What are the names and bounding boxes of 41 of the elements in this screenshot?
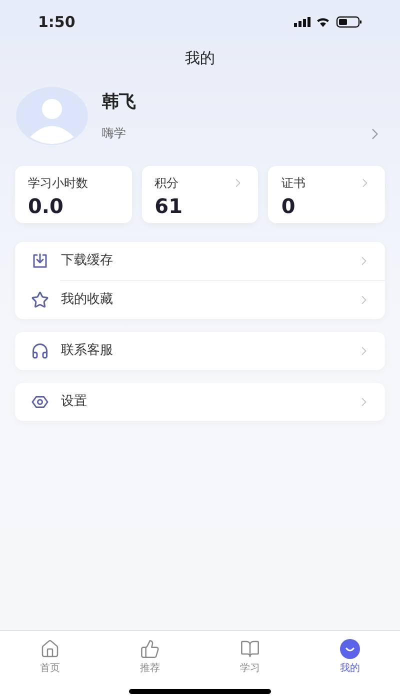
battery-icon	[336, 16, 362, 28]
menu-item[interactable]: 下载缓存	[15, 242, 385, 280]
settings-icon	[31, 393, 49, 411]
stat-label: 证书	[281, 175, 306, 192]
stat-value: 0	[281, 194, 296, 219]
wifi-icon	[317, 18, 330, 26]
smile-icon	[340, 639, 360, 659]
signal-icon	[294, 17, 311, 27]
tab-item[interactable]: 首页	[0, 639, 100, 676]
menu-label: 我的收藏	[61, 291, 114, 310]
menu-label: 联系客服	[61, 342, 114, 360]
menu-item[interactable]: 设置	[15, 383, 385, 421]
status-time: 1:50	[38, 12, 76, 33]
tab-label: 首页	[40, 662, 60, 676]
menu-label: 下载缓存	[61, 252, 114, 270]
thumbs-up-icon	[140, 639, 160, 659]
menu-item[interactable]: 我的收藏	[31, 281, 385, 319]
home-icon	[40, 639, 60, 659]
stat-label: 积分	[154, 175, 179, 192]
page-title: 我的	[185, 48, 215, 69]
tab-item[interactable]: 推荐	[100, 639, 200, 676]
user-name: 韩飞	[102, 91, 136, 114]
tab-label: 推荐	[140, 662, 160, 676]
download-icon	[31, 252, 49, 270]
star-icon	[31, 291, 49, 309]
headset-icon	[31, 342, 49, 360]
stat-card[interactable]: 证书 0	[268, 166, 385, 223]
menu-item[interactable]: 联系客服	[15, 332, 385, 370]
user-subtitle: 嗨学	[102, 124, 127, 142]
tab-label: 我的	[340, 662, 360, 676]
avatar	[16, 87, 88, 145]
tab-item[interactable]: 学习	[200, 639, 300, 676]
stat-value: 0.0	[28, 194, 64, 219]
stat-card[interactable]: 积分 61	[142, 166, 258, 223]
menu-label: 设置	[61, 393, 88, 412]
tab-label: 学习	[240, 662, 260, 676]
book-icon	[240, 639, 260, 659]
stat-label: 学习小时数	[28, 175, 88, 192]
tab-item[interactable]: 我的	[300, 639, 400, 676]
stat-value: 61	[154, 194, 184, 219]
stat-card[interactable]: 学习小时数 0.0	[15, 166, 132, 223]
